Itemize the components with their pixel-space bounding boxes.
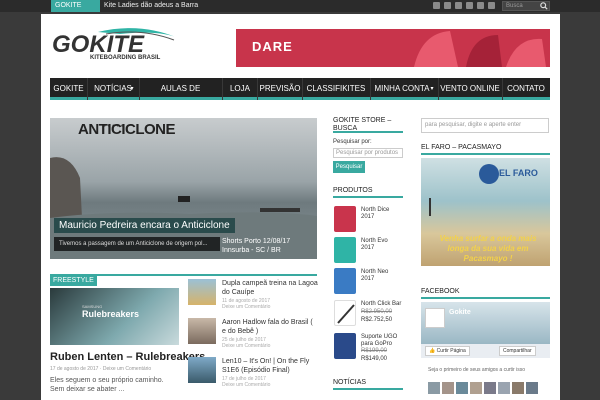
vimeo-icon[interactable] (477, 2, 484, 9)
list-item-title[interactable]: Dupla campeã treina na Lagoa do Cauípe (222, 279, 318, 297)
avatar[interactable] (442, 382, 454, 394)
nav-vento-online[interactable]: VENTO ONLINE (439, 78, 501, 100)
nav-classifikites[interactable]: CLASSIFIKITES (303, 78, 369, 100)
avatar[interactable] (470, 382, 482, 394)
facebook-icon[interactable] (444, 2, 451, 9)
nav-previsao[interactable]: PREVISÃO (258, 78, 302, 100)
product-price: R$149,00 (361, 356, 388, 362)
search-icon[interactable] (540, 2, 548, 10)
facebook-avatar[interactable] (425, 308, 445, 328)
nav-loja[interactable]: LOJA (223, 78, 257, 100)
chevron-down-icon: ▾ (130, 86, 134, 92)
el-faro-text: Venha surfar a onda mais longa da sua vi… (439, 234, 537, 263)
featured-image[interactable]: SAMSUNG Rulebreakers (50, 288, 179, 345)
product-thumb[interactable] (334, 237, 356, 263)
product-name[interactable]: North Dice 2017 (361, 207, 401, 221)
facebook-heading: FACEBOOK (421, 287, 550, 299)
nav-aulas[interactable]: AULAS DE KITESURF (140, 78, 221, 115)
list-thumb[interactable] (188, 357, 216, 383)
product-thumb[interactable] (334, 300, 356, 326)
avatar[interactable] (456, 382, 468, 394)
list-thumb[interactable] (188, 279, 216, 305)
nav-contato[interactable]: CONTATO (503, 78, 549, 100)
list-item-meta: 17 de julho de 2017 Deixe um Comentário (222, 376, 271, 388)
product-name[interactable]: North Evo 2017 (361, 238, 401, 252)
store-search-button[interactable]: Pesquisar (333, 161, 365, 173)
slider-headline: ANTICICLONE (78, 121, 176, 138)
kite-graphic (414, 31, 546, 67)
avatar[interactable] (484, 382, 496, 394)
thumbs-up-icon: 👍 (429, 348, 437, 354)
chevron-down-icon: ▾ (430, 86, 434, 92)
list-item-title[interactable]: Aaron Hadlow fala do Brasil ( e do Bebê … (222, 318, 318, 336)
product-name[interactable]: Suporte UGO para GoPro (361, 334, 406, 348)
slider-next-title[interactable]: Shorts Porto 12/08/17 Innsurba - SC / BR (222, 237, 312, 259)
list-item-title[interactable]: Len10 – It's On! | On the Fly S1E6 (Epis… (222, 357, 318, 375)
facebook-like-button[interactable]: 👍 Curtir Página (425, 346, 470, 356)
category-tag-freestyle[interactable]: FREESTYLE (50, 275, 97, 286)
store-search-label: Pesquisar por: (333, 139, 372, 145)
slider-excerpt: Tivemos a passagem de um Anticiclone de … (54, 237, 220, 251)
product-old-price: R$199,00 (361, 348, 388, 354)
slider-caption[interactable]: Mauricio Pedreira encara o Anticiclone (54, 218, 235, 233)
product-old-price: R$2.950,00 (361, 309, 393, 315)
featured-meta: 17 de agosto de 2017 · Deixe um Comentár… (50, 366, 152, 372)
nav-minha-conta[interactable]: MINHA CONTA (371, 78, 433, 100)
facebook-widget: Gokite 👍 Curtir Página Compartilhar (421, 302, 550, 358)
email-icon[interactable] (488, 2, 495, 9)
product-thumb[interactable] (334, 333, 356, 359)
ad-banner[interactable]: DARE (236, 29, 550, 67)
featured-title[interactable]: Ruben Lenten – Rulebreakers (50, 351, 205, 363)
el-faro-ad[interactable]: EL FARO Venha surfar a onda mais longa d… (421, 158, 550, 266)
list-item-meta: 25 de julho de 2017 Deixe um Comentário (222, 337, 271, 349)
facebook-friends-text: Seja o primeiro de seus amigos a curtir … (428, 367, 525, 373)
product-name[interactable]: North Click Bar (361, 301, 406, 308)
news-ticker[interactable]: Kite Ladies dão adeus a Barra (104, 0, 198, 12)
twitter-icon[interactable] (455, 2, 462, 9)
avatar[interactable] (512, 382, 524, 394)
list-thumb[interactable] (188, 318, 216, 344)
site-logo[interactable]: GOKITE KITEBOARDING BRASIL (50, 24, 180, 62)
product-thumb[interactable] (334, 268, 356, 294)
logo-text: GOKITE (52, 31, 145, 58)
featured-image-title: Rulebreakers (82, 309, 140, 319)
product-price: R$2.752,50 (361, 317, 393, 323)
avatar[interactable] (498, 382, 510, 394)
news-badge: GOKITE NEWS (51, 0, 100, 21)
store-search-heading: GOKITE STORE – BUSCA (333, 117, 403, 133)
youtube-icon[interactable] (466, 2, 473, 9)
avatar[interactable] (526, 382, 538, 394)
store-search-input[interactable]: Pesquisar por produtos (333, 148, 403, 158)
facebook-page-name[interactable]: Gokite (449, 309, 471, 316)
products-heading: PRODUTOS (333, 187, 403, 198)
product-thumb[interactable] (334, 206, 356, 232)
avatar[interactable] (428, 382, 440, 394)
rss-icon[interactable] (433, 2, 440, 9)
facebook-share-button[interactable]: Compartilhar (499, 346, 536, 356)
product-name[interactable]: North Neo 2017 (361, 269, 401, 283)
el-faro-logo: EL FARO (499, 168, 538, 178)
list-item-meta: 11 de agosto de 2017 Deixe um Comentário (222, 298, 271, 310)
featured-excerpt: Eles seguem o seu próprio caminho. Sem d… (50, 377, 164, 393)
sidebar-search-input[interactable]: para pesquisar, digite e aperte enter (421, 118, 549, 133)
main-nav: GOKITE NOTÍCIAS ▾ AULAS DE KITESURF LOJA… (50, 78, 550, 115)
nav-gokite[interactable]: GOKITE (50, 78, 87, 100)
el-faro-heading: EL FARO – PACASMAYO (421, 143, 550, 155)
logo-subtitle: KITEBOARDING BRASIL (90, 55, 161, 61)
news-heading: NOTÍCIAS (333, 379, 403, 390)
